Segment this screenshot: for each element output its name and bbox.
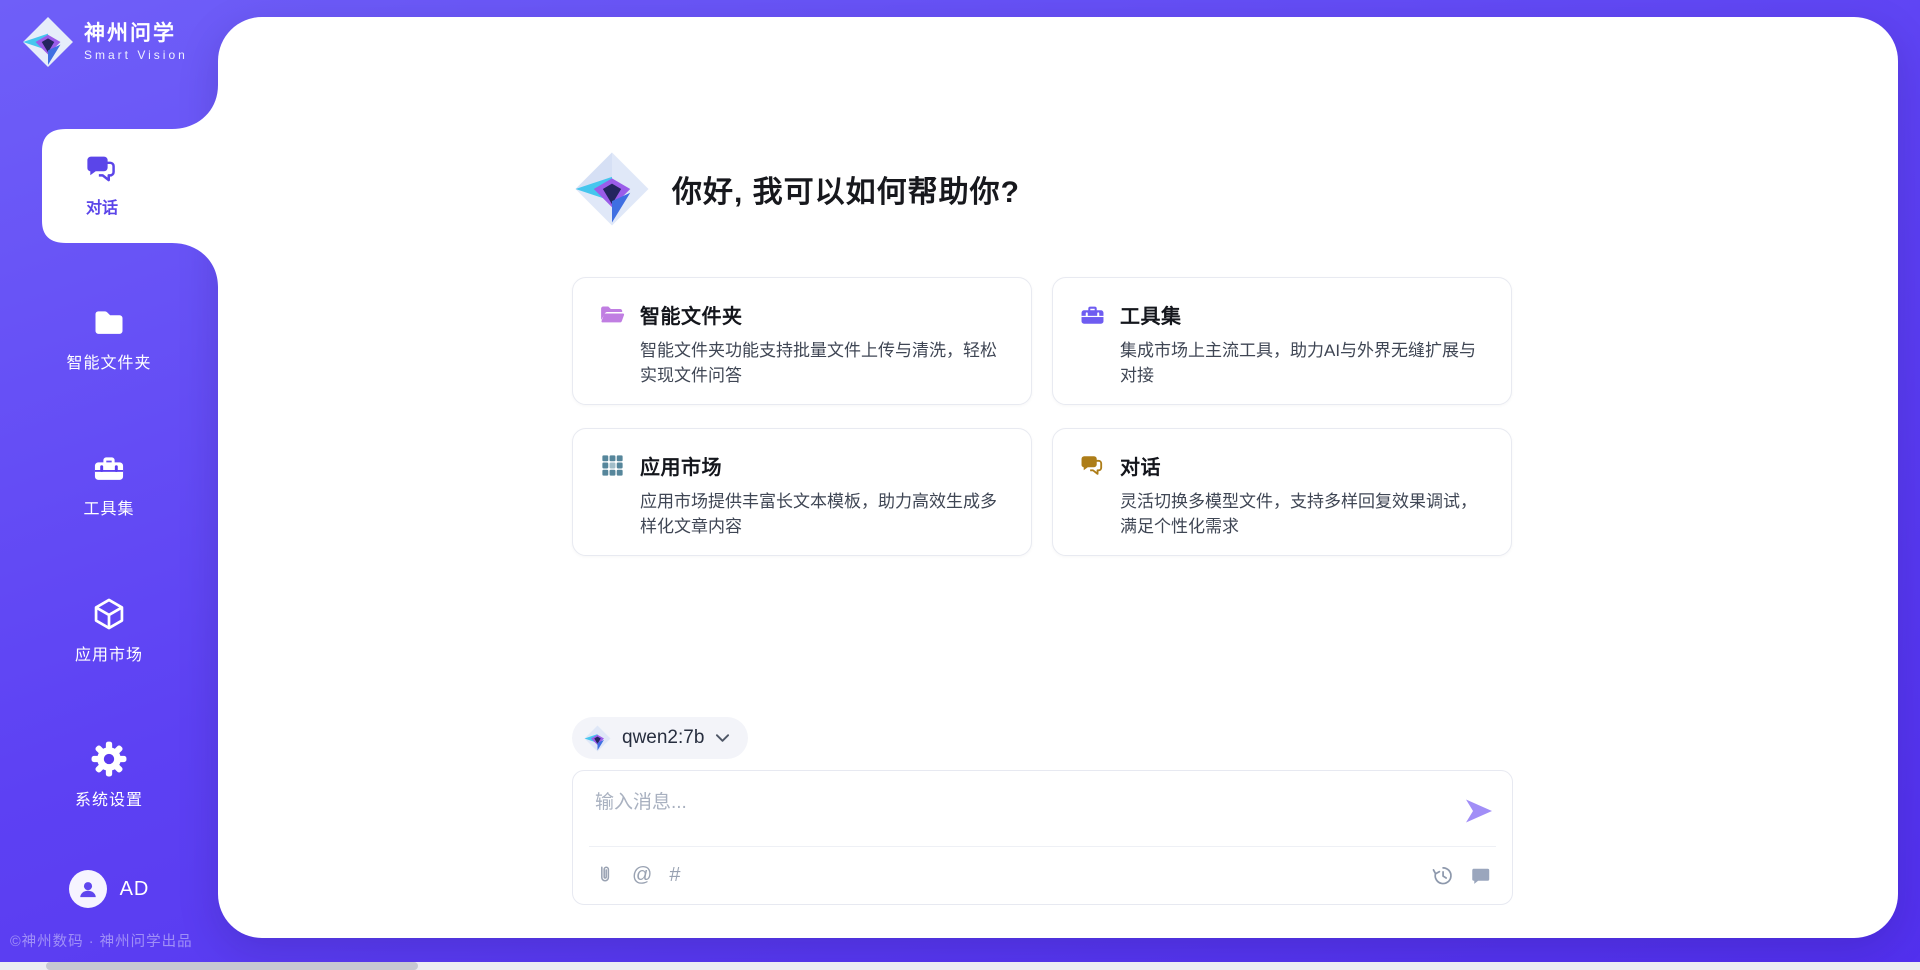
- folder-open-icon: [599, 301, 626, 328]
- diamond-logo-icon: [574, 151, 650, 227]
- at-icon[interactable]: @: [632, 865, 652, 885]
- sidebar-item-smart-folder[interactable]: 智能文件夹: [0, 296, 218, 380]
- brand-subtitle: Smart Vision: [84, 48, 188, 62]
- sidebar: 神州问学 Smart Vision 对话 智能文件夹: [0, 0, 218, 970]
- avatar: [69, 870, 107, 908]
- sidebar-item-label: 系统设置: [75, 786, 143, 810]
- app-background: { "brand": { "name": "神州问学", "subtitle":…: [0, 0, 1920, 970]
- card-description: 应用市场提供丰富长文本模板，助力高效生成多样化文章内容: [640, 490, 1008, 539]
- diamond-logo-icon: [584, 725, 611, 752]
- copyright-footer: ©神州数码 · 神州问学出品: [10, 930, 193, 951]
- chevron-down-icon: [715, 733, 730, 744]
- page-title: 你好, 我可以如何帮助你?: [672, 167, 1020, 211]
- user-name: AD: [120, 878, 150, 901]
- card-title: 工具集: [1120, 300, 1182, 329]
- card-description: 灵活切换多模型文件，支持多样回复效果调试，满足个性化需求: [1120, 490, 1488, 539]
- scrollbar-thumb[interactable]: [46, 962, 418, 970]
- sidebar-item-label: 对话: [86, 194, 118, 218]
- horizontal-scrollbar[interactable]: [0, 962, 1920, 970]
- folder-icon: [91, 304, 127, 340]
- sidebar-item-label: 工具集: [83, 495, 134, 519]
- sidebar-item-label: 智能文件夹: [66, 349, 151, 373]
- brand-logo: 神州问学 Smart Vision: [22, 16, 188, 68]
- card-title: 智能文件夹: [640, 300, 743, 329]
- model-selector[interactable]: qwen2:7b: [572, 717, 748, 759]
- card-chat[interactable]: 对话 灵活切换多模型文件，支持多样回复效果调试，满足个性化需求: [1052, 428, 1512, 556]
- cube-icon: [91, 596, 127, 632]
- gear-icon: [91, 741, 127, 777]
- chat-bubbles-icon: [84, 151, 120, 187]
- hash-icon[interactable]: #: [669, 865, 680, 885]
- message-input[interactable]: [573, 771, 1455, 847]
- model-name: qwen2:7b: [622, 727, 704, 749]
- toolbox-icon: [91, 450, 127, 486]
- history-icon[interactable]: [1431, 864, 1454, 887]
- card-smart-folder[interactable]: 智能文件夹 智能文件夹功能支持批量文件上传与清洗，轻松实现文件问答: [572, 277, 1032, 405]
- chat-bubbles-icon: [1079, 452, 1106, 479]
- card-description: 智能文件夹功能支持批量文件上传与清洗，轻松实现文件问答: [640, 339, 1008, 388]
- person-icon: [75, 876, 101, 902]
- message-icon[interactable]: [1469, 864, 1492, 887]
- card-title: 对话: [1120, 451, 1161, 480]
- card-title: 应用市场: [640, 451, 722, 480]
- briefcase-icon: [1079, 301, 1106, 328]
- sidebar-item-app-market[interactable]: 应用市场: [0, 588, 218, 672]
- paperclip-icon[interactable]: [595, 864, 615, 886]
- sidebar-item-settings[interactable]: 系统设置: [0, 733, 218, 817]
- grid-icon: [599, 452, 626, 479]
- composer-toolbar: @ #: [595, 847, 1492, 903]
- welcome-block: 你好, 我可以如何帮助你?: [574, 151, 1020, 227]
- card-toolset[interactable]: 工具集 集成市场上主流工具，助力AI与外界无缝扩展与对接: [1052, 277, 1512, 405]
- brand-name: 神州问学: [84, 22, 188, 45]
- sidebar-item-toolset[interactable]: 工具集: [0, 442, 218, 526]
- sidebar-item-chat[interactable]: 对话: [40, 129, 164, 239]
- card-app-market[interactable]: 应用市场 应用市场提供丰富长文本模板，助力高效生成多样化文章内容: [572, 428, 1032, 556]
- message-composer: @ #: [572, 770, 1513, 905]
- diamond-logo-icon: [22, 16, 74, 68]
- main-content-panel: 你好, 我可以如何帮助你? 智能文件夹 智能文件夹功能支持批量文件上传与清洗，轻…: [218, 17, 1898, 938]
- feature-cards: 智能文件夹 智能文件夹功能支持批量文件上传与清洗，轻松实现文件问答: [572, 277, 1512, 556]
- sidebar-item-label: 应用市场: [75, 641, 143, 665]
- card-description: 集成市场上主流工具，助力AI与外界无缝扩展与对接: [1120, 339, 1488, 388]
- user-profile[interactable]: AD: [0, 870, 218, 908]
- send-button[interactable]: [1464, 797, 1494, 825]
